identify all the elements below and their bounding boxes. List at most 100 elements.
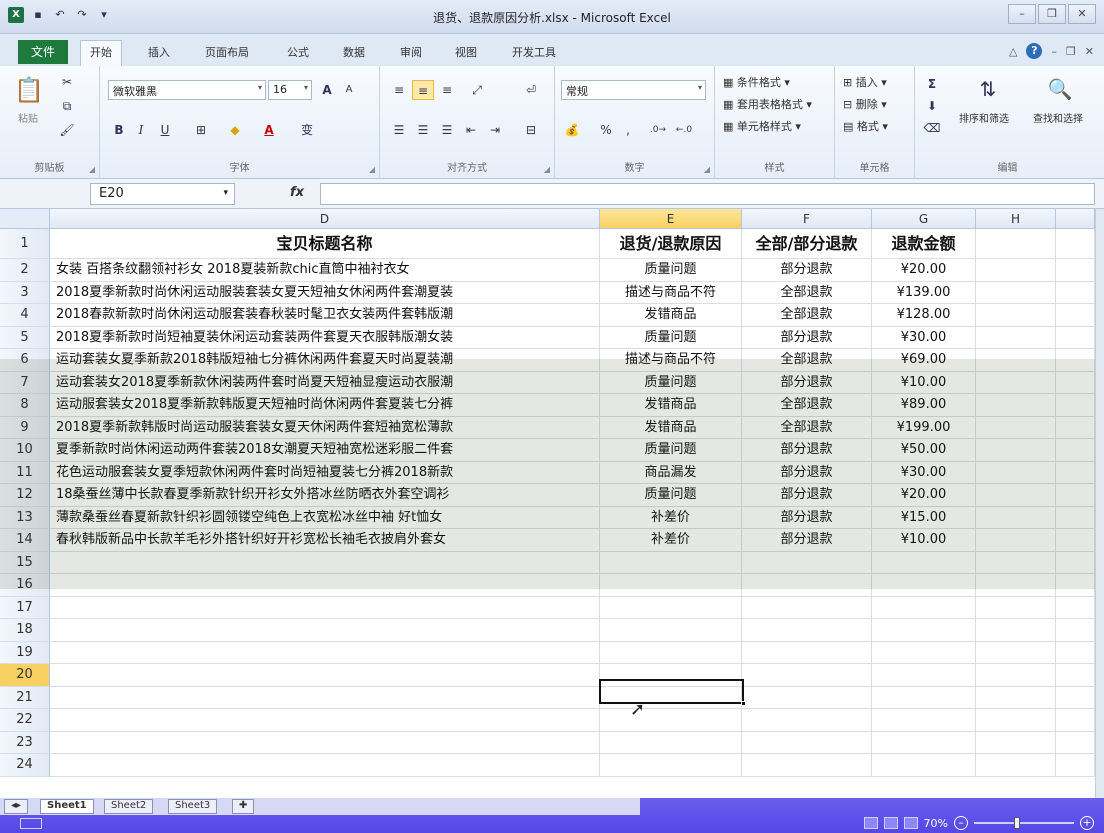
phonetic-button[interactable]: 变 bbox=[296, 120, 318, 140]
vertical-scrollbar[interactable] bbox=[1095, 209, 1104, 798]
clear-icon[interactable]: ⌫ bbox=[921, 118, 943, 138]
empty-cell[interactable] bbox=[1056, 259, 1095, 282]
reason-cell[interactable]: 发错商品 bbox=[600, 416, 742, 439]
empty-cell[interactable] bbox=[600, 641, 742, 664]
row-header[interactable]: 4 bbox=[0, 304, 50, 327]
row-header[interactable]: 14 bbox=[0, 529, 50, 552]
sort-filter-label[interactable]: 排序和筛选 bbox=[959, 110, 1009, 125]
column-title-cell[interactable]: 宝贝标题名称 bbox=[50, 229, 600, 259]
amount-cell[interactable]: ¥139.00 bbox=[872, 281, 976, 304]
empty-cell[interactable] bbox=[976, 664, 1056, 687]
product-title-cell[interactable]: 花色运动服套装女夏季短款休闲两件套时尚短袖夏装七分裤2018新款 bbox=[50, 461, 600, 484]
empty-cell[interactable] bbox=[50, 709, 600, 732]
sheet-tab-2[interactable]: Sheet2 bbox=[104, 799, 154, 814]
empty-cell[interactable] bbox=[742, 574, 872, 597]
empty-cell[interactable] bbox=[976, 304, 1056, 327]
amount-cell[interactable]: ¥69.00 bbox=[872, 349, 976, 372]
autosum-button[interactable]: Σ bbox=[921, 74, 943, 94]
row-header[interactable]: 16 bbox=[0, 574, 50, 597]
reason-cell[interactable]: 描述与商品不符 bbox=[600, 281, 742, 304]
empty-cell[interactable] bbox=[976, 619, 1056, 642]
empty-cell[interactable] bbox=[600, 551, 742, 574]
refund-type-cell[interactable]: 部分退款 bbox=[742, 506, 872, 529]
refund-type-cell[interactable]: 部分退款 bbox=[742, 461, 872, 484]
empty-cell[interactable] bbox=[872, 619, 976, 642]
empty-cell[interactable] bbox=[600, 709, 742, 732]
refund-type-cell[interactable]: 部分退款 bbox=[742, 529, 872, 552]
align-top-icon[interactable]: ≡ bbox=[388, 80, 410, 100]
reason-cell[interactable]: 补差价 bbox=[600, 506, 742, 529]
empty-cell[interactable] bbox=[976, 461, 1056, 484]
format-painter-icon[interactable]: 🖌 bbox=[56, 120, 78, 140]
shrink-font-button[interactable]: A bbox=[338, 80, 360, 100]
increase-indent-icon[interactable]: ⇥ bbox=[484, 120, 506, 140]
zoom-level[interactable]: 70% bbox=[924, 817, 948, 830]
empty-cell[interactable] bbox=[50, 754, 600, 777]
empty-cell[interactable] bbox=[50, 731, 600, 754]
empty-cell[interactable] bbox=[600, 574, 742, 597]
tab-file[interactable]: 文件 bbox=[18, 40, 68, 64]
paste-icon[interactable]: 📋 bbox=[14, 72, 44, 108]
reason-cell[interactable]: 描述与商品不符 bbox=[600, 349, 742, 372]
row-header[interactable]: 21 bbox=[0, 686, 50, 709]
refund-type-cell[interactable]: 部分退款 bbox=[742, 439, 872, 462]
empty-cell[interactable] bbox=[976, 394, 1056, 417]
row-header[interactable]: 17 bbox=[0, 596, 50, 619]
empty-cell[interactable] bbox=[742, 664, 872, 687]
empty-cell[interactable] bbox=[1056, 349, 1095, 372]
empty-cell[interactable] bbox=[1056, 461, 1095, 484]
reason-cell[interactable]: 发错商品 bbox=[600, 304, 742, 327]
row-header[interactable]: 6 bbox=[0, 349, 50, 372]
product-title-cell[interactable]: 2018春款新款时尚休闲运动服套装春秋装时髦卫衣女装两件套韩版潮 bbox=[50, 304, 600, 327]
refund-type-cell[interactable]: 全部退款 bbox=[742, 416, 872, 439]
font-color-icon[interactable]: A bbox=[258, 120, 280, 140]
empty-cell[interactable] bbox=[976, 281, 1056, 304]
fill-color-icon[interactable]: ◆ bbox=[224, 120, 246, 140]
zoom-slider[interactable] bbox=[974, 817, 1074, 829]
minimize-icon[interactable]: – bbox=[1008, 4, 1036, 24]
reason-cell[interactable]: 质量问题 bbox=[600, 484, 742, 507]
number-format-combo[interactable]: 常规 ▾ bbox=[561, 80, 706, 100]
wrap-text-icon[interactable]: ⏎ bbox=[520, 80, 542, 100]
reason-cell[interactable]: 质量问题 bbox=[600, 259, 742, 282]
dialog-launcher-icon[interactable]: ◢ bbox=[89, 165, 95, 174]
amount-cell[interactable]: ¥10.00 bbox=[872, 371, 976, 394]
product-title-cell[interactable]: 运动套装女2018夏季新款休闲装两件套时尚夏天短袖显瘦运动衣服潮 bbox=[50, 371, 600, 394]
sort-filter-icon[interactable]: ⇅ bbox=[973, 74, 1003, 104]
cut-icon[interactable]: ✂ bbox=[56, 72, 78, 92]
copy-icon[interactable]: ⧉ bbox=[56, 96, 78, 116]
product-title-cell[interactable]: 运动服套装女2018夏季新款韩版夏天短袖时尚休闲两件套夏装七分裤 bbox=[50, 394, 600, 417]
font-size-combo[interactable]: 16 ▾ bbox=[268, 80, 312, 100]
empty-cell[interactable] bbox=[1056, 641, 1095, 664]
select-all-corner[interactable] bbox=[0, 209, 50, 229]
empty-cell[interactable] bbox=[976, 259, 1056, 282]
percent-button[interactable]: % bbox=[595, 120, 617, 140]
column-header-d[interactable]: D bbox=[50, 209, 600, 229]
empty-cell[interactable] bbox=[1056, 664, 1095, 687]
column-title-cell[interactable]: 退款金额 bbox=[872, 229, 976, 259]
empty-cell[interactable] bbox=[1056, 416, 1095, 439]
product-title-cell[interactable]: 2018夏季新款时尚短袖夏装休闲运动套装两件套夏天衣服韩版潮女装 bbox=[50, 326, 600, 349]
refund-type-cell[interactable]: 全部退款 bbox=[742, 394, 872, 417]
reason-cell[interactable]: 补差价 bbox=[600, 529, 742, 552]
empty-cell[interactable] bbox=[872, 596, 976, 619]
empty-cell[interactable] bbox=[1056, 686, 1095, 709]
conditional-format-button[interactable]: ▦ 条件格式 ▾ bbox=[723, 74, 790, 90]
row-header[interactable]: 13 bbox=[0, 506, 50, 529]
empty-cell[interactable] bbox=[50, 551, 600, 574]
refund-type-cell[interactable]: 全部退款 bbox=[742, 349, 872, 372]
row-header[interactable]: 8 bbox=[0, 394, 50, 417]
empty-cell[interactable] bbox=[872, 709, 976, 732]
empty-cell[interactable] bbox=[50, 619, 600, 642]
row-header[interactable]: 10 bbox=[0, 439, 50, 462]
empty-cell[interactable] bbox=[742, 619, 872, 642]
new-sheet-icon[interactable]: ✚ bbox=[232, 799, 255, 814]
decrease-indent-icon[interactable]: ⇤ bbox=[460, 120, 482, 140]
tab-page-layout[interactable]: 页面布局 bbox=[205, 44, 249, 60]
comma-button[interactable]: , bbox=[617, 120, 639, 140]
format-as-table-button[interactable]: ▦ 套用表格格式 ▾ bbox=[723, 96, 812, 112]
cell-styles-button[interactable]: ▦ 单元格样式 ▾ bbox=[723, 118, 801, 134]
column-header-f[interactable]: F bbox=[742, 209, 872, 229]
empty-cell[interactable] bbox=[742, 596, 872, 619]
empty-cell[interactable] bbox=[600, 619, 742, 642]
